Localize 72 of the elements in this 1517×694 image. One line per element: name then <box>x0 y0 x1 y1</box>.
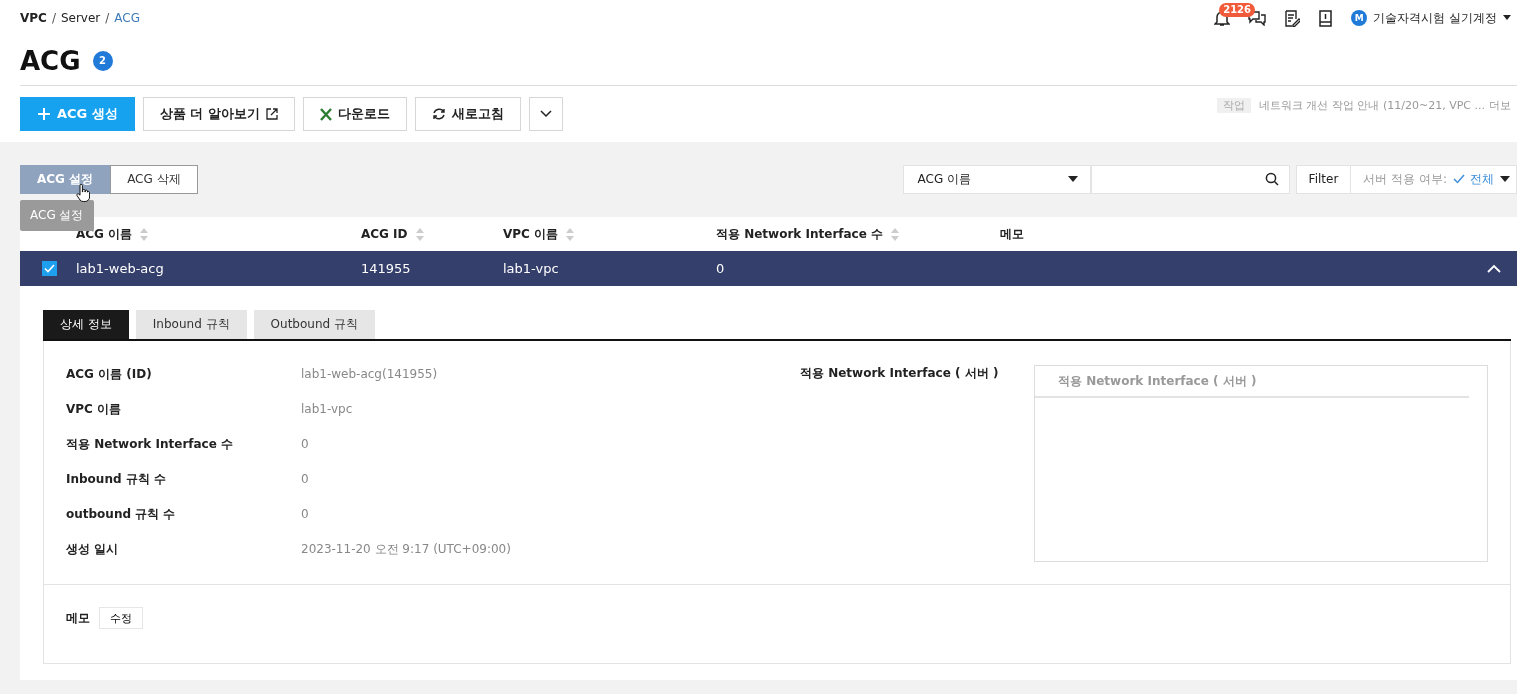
table-row[interactable]: lab1-web-acg 141955 lab1-vpc 0 <box>20 251 1517 286</box>
check-icon <box>1453 174 1465 184</box>
book-icon <box>1318 9 1334 27</box>
table-cell-text: 141955 <box>361 261 412 276</box>
filter-button[interactable]: Filter <box>1296 165 1352 193</box>
sort-icon <box>566 227 575 241</box>
memo-label: 메모 <box>66 609 90 627</box>
field-value: 0 <box>301 507 309 521</box>
search-field[interactable] <box>1090 164 1290 194</box>
edit-button[interactable]: 수정 <box>99 607 143 629</box>
table-cell-text: lab1-web-acg <box>76 261 165 276</box>
notepad-icon <box>1284 9 1301 27</box>
field-value: 0 <box>301 437 309 451</box>
search-icon <box>1264 172 1279 186</box>
field-label: outbound 규칙 수 <box>66 505 177 523</box>
tab[interactable]: Outbound 규칙 <box>253 310 375 339</box>
field-label: VPC 이름 <box>66 400 123 418</box>
count-badge: 2 <box>92 50 113 71</box>
field-label: 적용 Network Interface 수 <box>66 435 235 453</box>
sort-icon <box>415 227 424 241</box>
dropdown-label: ACG 이름 <box>917 170 972 188</box>
toolbar-button[interactable]: 다운로드 <box>302 97 407 131</box>
user-avatar: M <box>1351 10 1368 26</box>
field-label: ACG 이름 (ID) <box>66 365 153 383</box>
sort-icon <box>140 227 149 241</box>
sort-icon <box>891 227 900 241</box>
more-button[interactable] <box>528 97 563 131</box>
tooltip: ACG 설정 <box>20 200 94 231</box>
tab[interactable]: 상세 정보 <box>43 310 129 339</box>
field-value: 2023-11-20 오전 9:17 (UTC+09:00) <box>301 540 511 558</box>
table-cell-text: lab1-vpc <box>503 261 560 276</box>
field-label: Inbound 규칙 수 <box>66 470 167 488</box>
server-filter-dropdown[interactable]: 서버 적용 여부: 전체 <box>1351 170 1516 188</box>
tab[interactable]: Inbound 규칙 <box>135 310 247 339</box>
breadcrumb-link[interactable]: ACG <box>114 11 141 25</box>
column-header[interactable]: ACG ID <box>361 227 408 241</box>
toolbar-button[interactable]: 상품 더 알아보기 <box>142 97 295 131</box>
page-title: ACG <box>20 45 81 76</box>
field-label: 생성 일시 <box>66 540 120 558</box>
excel-icon <box>319 107 332 121</box>
user-menu[interactable]: M 기술자격시험 실기계정 <box>1351 9 1511 27</box>
column-header[interactable]: VPC 이름 <box>503 225 559 243</box>
plus-icon <box>37 107 51 121</box>
breadcrumb-link[interactable]: VPC <box>20 11 47 25</box>
action-button[interactable]: ACG 삭제 <box>110 164 198 194</box>
user-name: 기술자격시험 실기계정 <box>1373 9 1497 27</box>
hand-cursor-icon <box>76 184 90 202</box>
table-cell-text: 0 <box>716 261 726 276</box>
chevron-down-icon <box>539 110 552 118</box>
field-value: lab1-web-acg(141955) <box>301 367 438 381</box>
search-field-dropdown[interactable]: ACG 이름 <box>902 164 1091 194</box>
breadcrumb-separator: / <box>51 11 56 25</box>
breadcrumb-link[interactable]: Server <box>60 11 101 25</box>
external-link-icon <box>265 108 278 120</box>
check-icon <box>44 264 55 273</box>
filter-value: 전체 <box>1470 170 1494 188</box>
caret-icon <box>1503 15 1511 21</box>
field-value: lab1-vpc <box>301 402 353 416</box>
column-header[interactable]: 적용 Network Interface 수 <box>716 225 884 243</box>
caret-icon <box>1500 176 1510 182</box>
filter-label: 서버 적용 여부: <box>1363 170 1447 188</box>
notice-tag: 작업 <box>1217 98 1251 113</box>
notification-badge: 2126 <box>1219 3 1255 17</box>
breadcrumb-separator: / <box>105 11 110 25</box>
caret-icon <box>1067 176 1078 182</box>
field-value: 0 <box>301 472 309 486</box>
checkbox[interactable] <box>42 261 57 276</box>
list-header: 적용 Network Interface ( 서버 ) <box>1035 366 1469 398</box>
toolbar-button[interactable]: 새로고침 <box>414 97 521 131</box>
column-header[interactable]: 메모 <box>1000 225 1024 243</box>
refresh-icon <box>431 107 446 121</box>
field-label: 적용 Network Interface ( 서버 ) <box>800 365 1000 382</box>
